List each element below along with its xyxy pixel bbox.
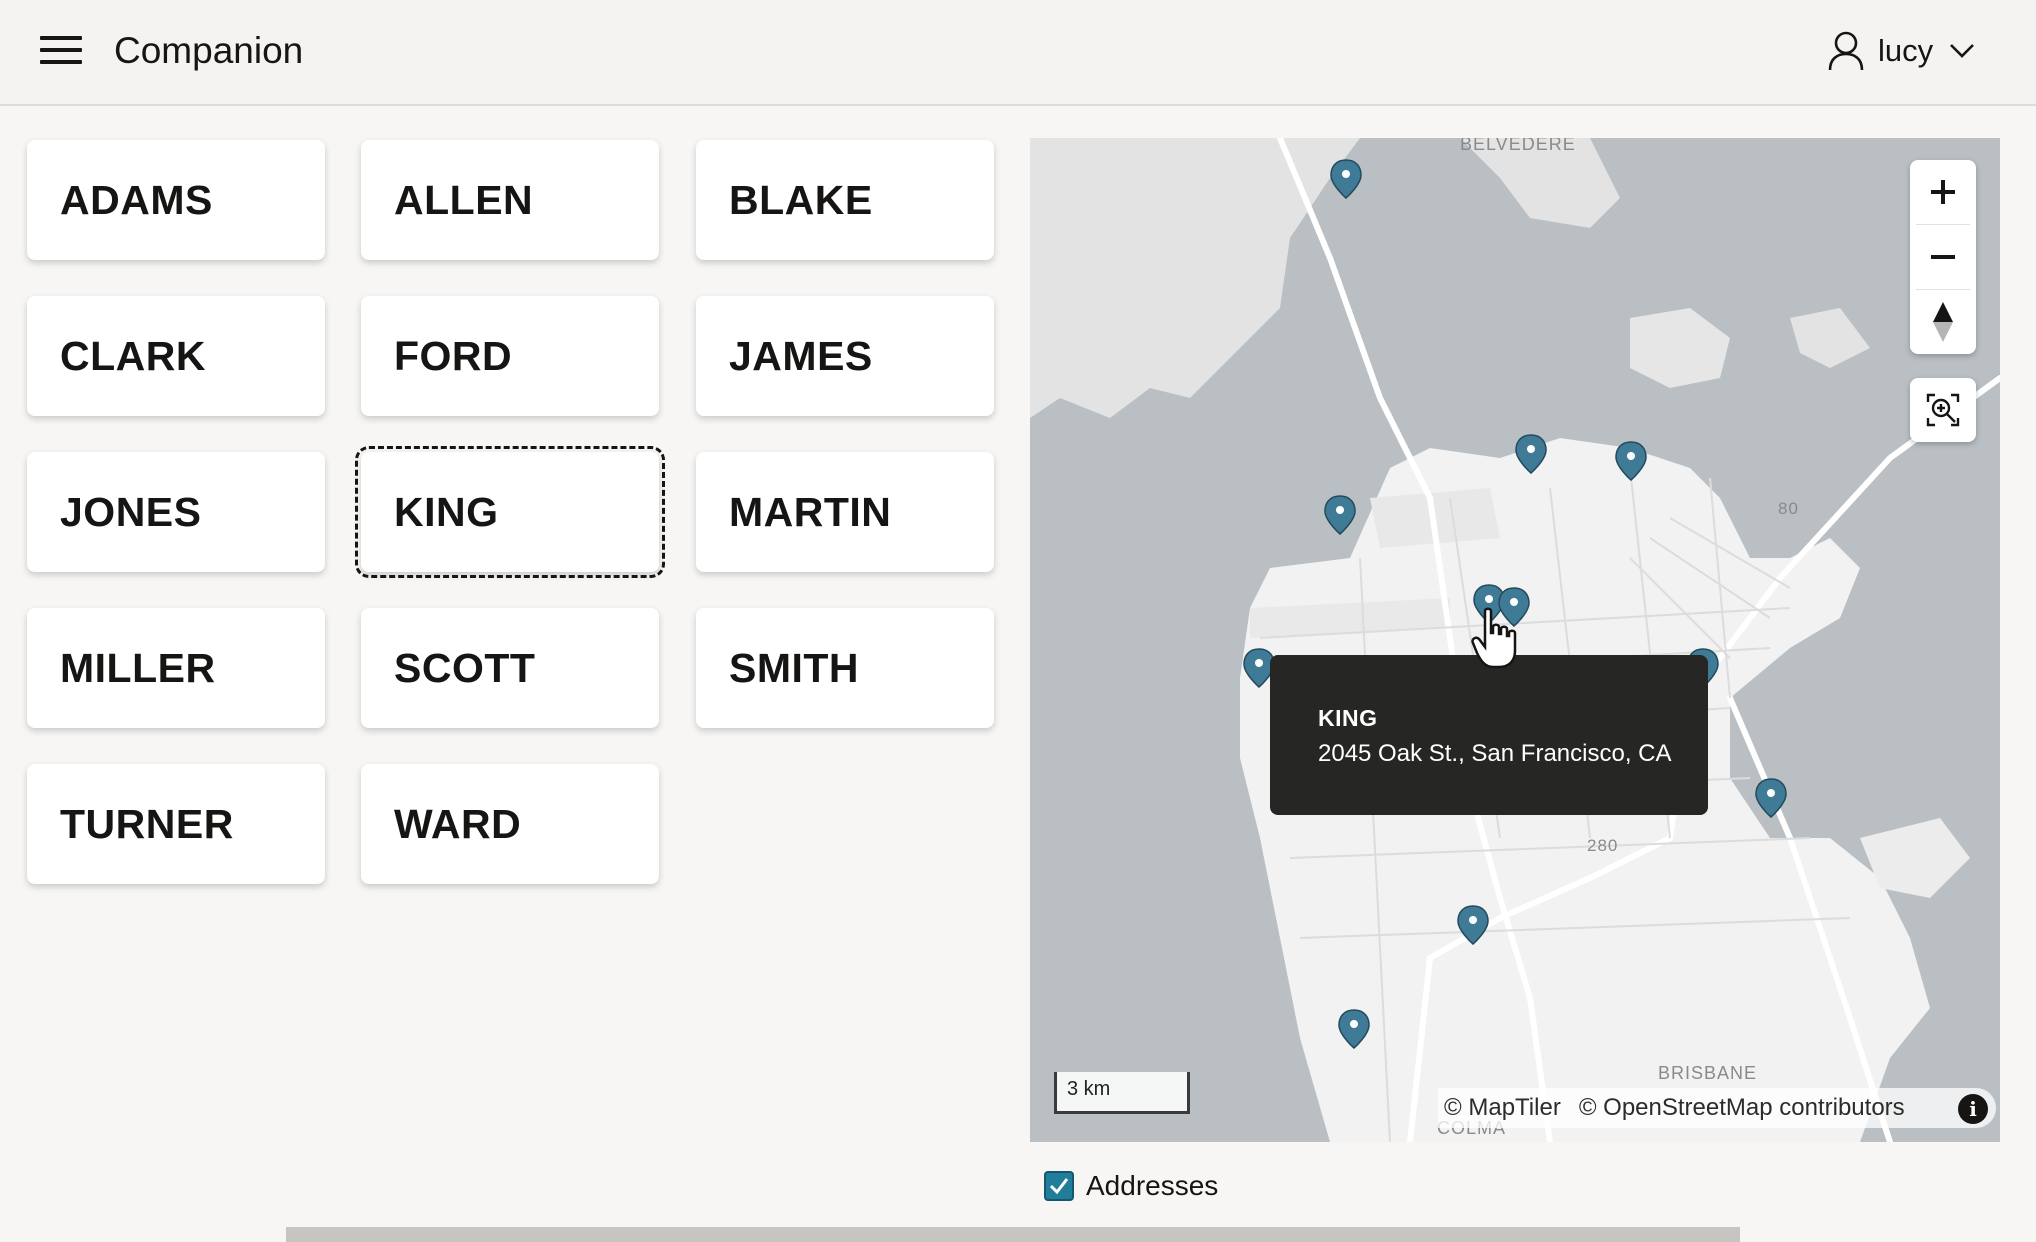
map-scale-bar: 3 km (1054, 1072, 1190, 1114)
map-marker[interactable] (1324, 495, 1356, 535)
employee-card-allen[interactable]: ALLEN (361, 140, 659, 260)
employee-card-james[interactable]: JAMES (696, 296, 994, 416)
zoom-out-button[interactable] (1910, 225, 1976, 289)
app-header: Companion lucy (0, 0, 2036, 106)
employee-card-miller[interactable]: MILLER (27, 608, 325, 728)
employee-card-turner[interactable]: TURNER (27, 764, 325, 884)
info-icon[interactable]: i (1958, 1094, 1988, 1124)
employee-card-ward[interactable]: WARD (361, 764, 659, 884)
attribution-maptiler[interactable]: © MapTiler (1444, 1094, 1561, 1122)
employee-card-blake[interactable]: BLAKE (696, 140, 994, 260)
map-label-80: 80 (1778, 499, 1799, 518)
zoom-to-fit-control (1910, 378, 1976, 442)
attribution-openstreetmap[interactable]: © OpenStreetMap contributors (1579, 1094, 1905, 1122)
popup-address: 2045 Oak St., San Francisco, CA (1318, 740, 1672, 767)
user-name: lucy (1878, 33, 1934, 68)
employee-card-clark[interactable]: CLARK (27, 296, 325, 416)
addresses-label: Addresses (1086, 1170, 1219, 1201)
hamburger-menu-icon[interactable] (40, 36, 84, 66)
map-navigation-controls (1910, 160, 1976, 354)
zoom-in-button[interactable] (1910, 160, 1976, 224)
zoom-to-fit-button[interactable] (1910, 378, 1976, 442)
popup-employee-name: KING (1318, 705, 1378, 731)
zoom-to-fit-icon (1926, 393, 1960, 427)
addresses-checkbox[interactable] (1044, 1171, 1074, 1201)
compass-icon (1933, 302, 1953, 342)
employee-card-scott[interactable]: SCOTT (361, 608, 659, 728)
minus-icon (1931, 255, 1955, 259)
app-title: Companion (114, 30, 304, 71)
map-attribution: © MapTiler © OpenStreetMap contributors … (1438, 1088, 1996, 1128)
plus-icon (1931, 180, 1955, 204)
employee-card-king[interactable]: KING (355, 446, 665, 578)
map-label-280: 280 (1587, 836, 1618, 855)
map-label-brisbane: BRISBANE (1658, 1063, 1757, 1083)
checkmark-icon (1049, 1178, 1069, 1195)
map-marker[interactable] (1330, 159, 1362, 199)
employee-card-jones[interactable]: JONES (27, 452, 325, 572)
employee-card-ford[interactable]: FORD (361, 296, 659, 416)
chevron-down-icon (1950, 44, 1975, 58)
user-menu[interactable]: lucy (1828, 26, 1975, 76)
addresses-toggle[interactable]: Addresses (1044, 1170, 1218, 1202)
horizontal-scrollbar[interactable] (286, 1227, 1740, 1242)
employee-card-martin[interactable]: MARTIN (696, 452, 994, 572)
user-icon (1828, 31, 1864, 71)
hand-pointer-cursor-icon (1471, 607, 1517, 669)
map-label-belvedere: BELVEDERE (1460, 138, 1576, 154)
employee-card-smith[interactable]: SMITH (696, 608, 994, 728)
employee-card-adams[interactable]: ADAMS (27, 140, 325, 260)
map-popup: KING 2045 Oak St., San Francisco, CA (1270, 655, 1708, 815)
reset-bearing-button[interactable] (1910, 290, 1976, 354)
